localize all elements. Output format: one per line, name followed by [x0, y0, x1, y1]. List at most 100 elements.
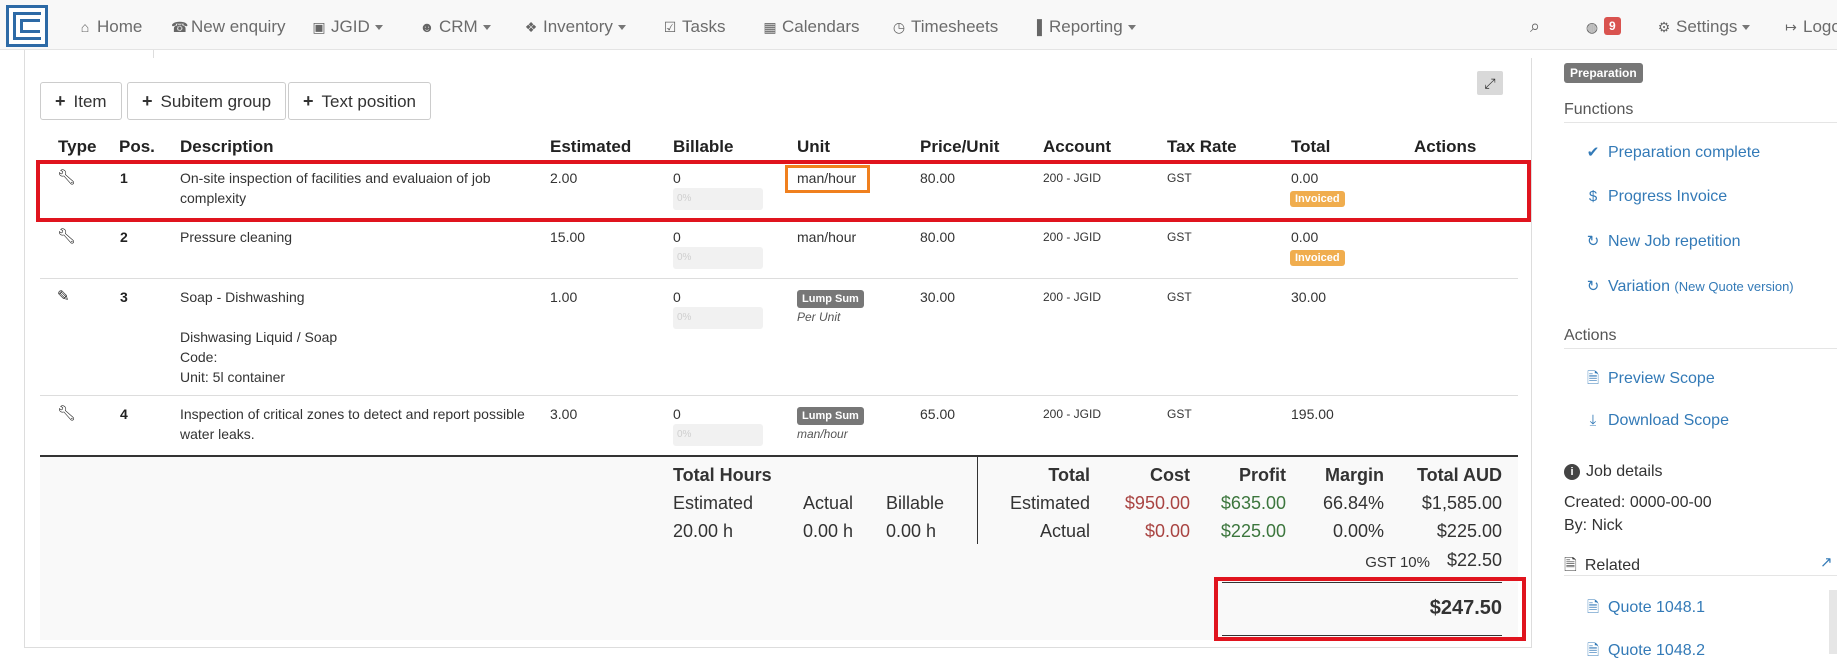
nav-tasks[interactable]: ☑ Tasks: [662, 0, 726, 50]
col-header-unit: Unit: [797, 137, 831, 156]
row-pos: 3: [120, 289, 128, 305]
row-description[interactable]: Pressure cleaning: [180, 227, 530, 247]
download-scope-link[interactable]: ⤓ Download Scope: [1584, 412, 1729, 430]
sidebar-divider: [1564, 575, 1837, 576]
money-header-margin: Margin: [1324, 465, 1384, 485]
hours-header-estimated: Estimated: [673, 493, 754, 513]
nav-crm[interactable]: ☻ CRM: [419, 0, 491, 50]
row-tax[interactable]: GST: [1167, 230, 1192, 244]
row-account[interactable]: 200 - JGID: [1043, 230, 1101, 244]
cubes-icon: ❖: [524, 19, 538, 35]
nav-inventory[interactable]: ❖ Inventory: [523, 0, 626, 50]
nav-home-label: Home: [97, 17, 143, 36]
money-header-total-aud: Total AUD: [1417, 465, 1502, 485]
file-icon: 🗎︎: [1586, 642, 1600, 659]
row-estimated[interactable]: 15.00: [550, 229, 585, 245]
wrench-icon: 🔧︎: [57, 405, 77, 422]
actual-cost: $0.00: [1144, 521, 1190, 541]
row-account[interactable]: 200 - JGID: [1043, 290, 1101, 304]
preview-scope-link[interactable]: 🗎︎ Preview Scope: [1584, 368, 1715, 393]
users-icon: ☻: [419, 19, 435, 35]
new-job-repetition-link[interactable]: ↻ New Job repetition: [1584, 232, 1741, 251]
highlight-row-1: [36, 160, 1531, 222]
progress-invoice-link[interactable]: $ Progress Invoice: [1584, 188, 1727, 206]
related-quote-link[interactable]: 🗎︎ Quote 1048.2: [1584, 640, 1705, 665]
nav-timesheets[interactable]: ◷ Timesheets: [891, 0, 998, 50]
nav-crm-label: CRM: [439, 17, 478, 36]
row-total: 30.00: [1291, 289, 1327, 305]
row-unit[interactable]: Lump Sum: [797, 289, 864, 308]
actual-total-aud: $225.00: [1436, 521, 1502, 541]
hours-billable-value: 0.00 h: [886, 521, 937, 541]
row-tax[interactable]: GST: [1167, 407, 1192, 421]
lump-sum-badge: Lump Sum: [797, 407, 864, 425]
scrollbar[interactable]: [1829, 590, 1837, 654]
row-price[interactable]: 65.00: [920, 406, 955, 422]
plus-icon: +: [55, 91, 66, 111]
notifications-button[interactable]: ◍ 9: [1584, 0, 1621, 50]
estimated-profit: $635.00: [1220, 493, 1286, 513]
row-estimated[interactable]: 3.00: [550, 406, 577, 422]
row-tax[interactable]: GST: [1167, 290, 1192, 304]
row-price[interactable]: 80.00: [920, 229, 955, 245]
actual-label: Actual: [1039, 521, 1090, 541]
preparation-complete-label: Preparation complete: [1608, 144, 1761, 161]
col-header-actions: Actions: [1414, 137, 1477, 156]
refresh-icon: ↻: [1586, 278, 1600, 295]
nav-new-enquiry[interactable]: ☎ New enquiry: [171, 0, 286, 50]
search-button[interactable]: ⌕: [1530, 0, 1540, 50]
variation-link[interactable]: ↻ Variation (New Quote version): [1584, 277, 1794, 296]
related-quote-link[interactable]: 🗎︎ Quote 1048.1: [1584, 597, 1705, 622]
actual-margin: 0.00%: [1332, 521, 1384, 541]
row-description[interactable]: Inspection of critical zones to detect a…: [180, 404, 530, 444]
nav-jgid[interactable]: ▣ JGID: [311, 0, 383, 50]
preparation-complete-link[interactable]: ✔ Preparation complete: [1584, 143, 1760, 162]
plus-icon: +: [142, 91, 153, 111]
top-navbar: ⌂ Home ☎ New enquiry ▣ JGID ☻ CRM ❖ Inventory…: [0, 0, 1837, 50]
nav-timesheets-label: Timesheets: [911, 17, 999, 36]
row-account[interactable]: 200 - JGID: [1043, 407, 1101, 421]
app-logo[interactable]: [6, 5, 48, 47]
row-unit[interactable]: Lump Sum: [797, 406, 864, 425]
col-header-estimated: Estimated: [550, 137, 632, 156]
row-unit[interactable]: man/hour: [797, 229, 856, 245]
estimated-margin: 66.84%: [1322, 493, 1384, 513]
nav-settings-label: Settings: [1676, 17, 1738, 36]
hours-actual-value: 0.00 h: [803, 521, 854, 541]
row-billable[interactable]: 0: [673, 229, 681, 245]
job-details-heading: i Job details: [1564, 463, 1663, 481]
download-icon: ⤓: [1589, 412, 1597, 429]
row-divider: [40, 395, 1518, 396]
add-subitem-group-button[interactable]: + Subitem group: [127, 82, 287, 120]
row-billable[interactable]: 0: [673, 289, 681, 305]
col-header-pos: Pos.: [119, 137, 155, 156]
caret-down-icon: [374, 25, 383, 31]
row-billable[interactable]: 0: [673, 406, 681, 422]
nav-settings[interactable]: ⚙ Settings: [1656, 0, 1751, 50]
row-price[interactable]: 30.00: [920, 289, 955, 305]
add-text-position-button[interactable]: + Text position: [288, 82, 432, 120]
related-heading: 🗎︎ Related: [1564, 554, 1640, 581]
row-estimated[interactable]: 1.00: [550, 289, 577, 305]
highlight-unit: [785, 165, 870, 193]
file-icon: 🗎︎: [1586, 599, 1600, 616]
related-quote-label: Quote 1048.1: [1608, 599, 1705, 616]
sidebar-divider: [1564, 122, 1837, 123]
nav-logout[interactable]: ↦ Logout: [1783, 0, 1837, 50]
add-item-button[interactable]: + Item: [40, 82, 122, 120]
globe-icon: ◍: [1585, 19, 1599, 35]
created-by: By: Nick: [1564, 517, 1623, 534]
compress-icon[interactable]: ⤢: [1477, 71, 1503, 95]
nav-reporting[interactable]: ▐ Reporting: [1029, 0, 1136, 50]
nav-home[interactable]: ⌂ Home: [77, 0, 143, 50]
hours-header-actual: Actual: [803, 493, 854, 513]
row-total: 195.00: [1291, 406, 1334, 422]
row-description[interactable]: Soap - Dishwashing: [180, 287, 530, 307]
col-header-total: Total: [1291, 137, 1331, 156]
functions-heading: Functions: [1564, 101, 1634, 118]
external-link-icon[interactable]: ↗: [1820, 553, 1833, 571]
row-pos: 2: [120, 229, 128, 245]
sidebar-divider: [1564, 348, 1837, 349]
nav-calendars[interactable]: ▦ Calendars: [762, 0, 859, 50]
totals-divider: [977, 456, 978, 544]
